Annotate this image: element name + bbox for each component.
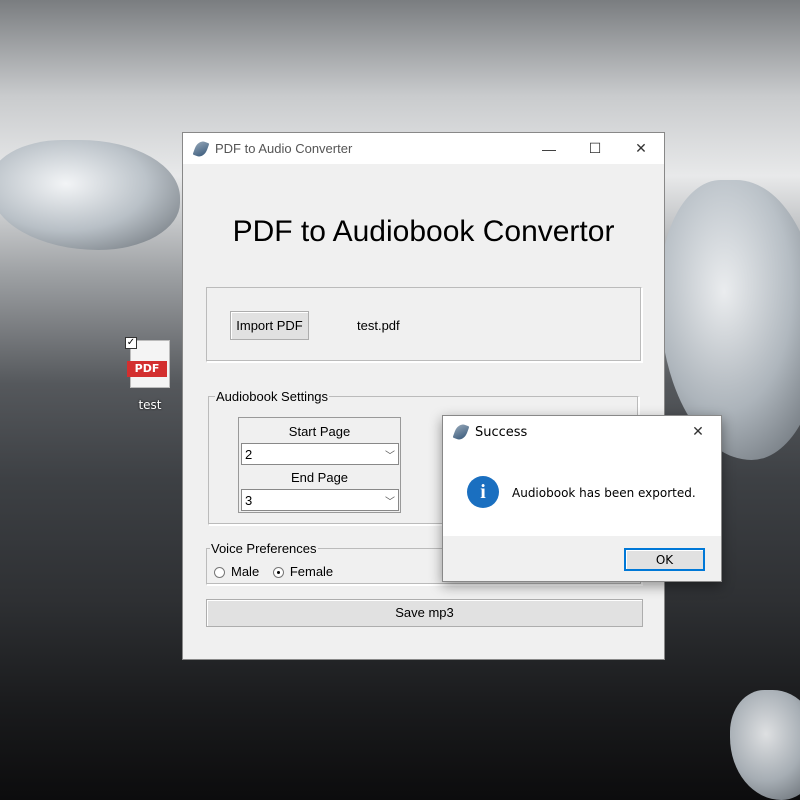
- radio-male-label: Male: [231, 564, 260, 579]
- checkbox-icon: ✓: [125, 337, 137, 349]
- start-page-value: 2: [245, 447, 253, 462]
- success-dialog: Success ✕ i Audiobook has been exported.…: [442, 415, 722, 582]
- pdf-file-icon: ✓ PDF: [125, 337, 170, 388]
- end-page-label: End Page: [290, 470, 349, 485]
- settings-legend: Audiobook Settings: [215, 389, 330, 404]
- page-title: PDF to Audiobook Convertor: [232, 215, 615, 248]
- info-icon: i: [467, 476, 499, 508]
- radio-female[interactable]: Female: [272, 564, 334, 579]
- radio-female-label: Female: [289, 564, 334, 579]
- feather-icon: [192, 138, 210, 159]
- maximize-button[interactable]: ☐: [572, 140, 618, 157]
- end-page-select[interactable]: 3 ﹀: [241, 489, 399, 511]
- page-range-box: Start Page 2 ﹀ End Page 3 ﹀: [238, 417, 401, 513]
- save-mp3-button[interactable]: Save mp3: [206, 599, 643, 627]
- import-frame: Import PDF test.pdf: [206, 287, 642, 362]
- pdf-badge: PDF: [127, 361, 167, 377]
- chevron-down-icon: ﹀: [385, 451, 395, 462]
- desktop-file-test[interactable]: ✓ PDF test: [120, 337, 180, 412]
- start-page-select[interactable]: 2 ﹀: [241, 443, 399, 465]
- dialog-close-button[interactable]: ✕: [675, 424, 721, 440]
- chevron-down-icon: ﹀: [385, 497, 395, 508]
- window-title: PDF to Audio Converter: [215, 141, 353, 156]
- voice-legend: Voice Preferences: [210, 541, 318, 556]
- close-button[interactable]: ✕: [618, 140, 664, 157]
- radio-selected-icon: [272, 567, 284, 579]
- radio-icon: [214, 567, 225, 579]
- ok-button[interactable]: OK: [624, 548, 705, 571]
- end-page-value: 3: [245, 493, 253, 508]
- dialog-message: Audiobook has been exported.: [512, 486, 696, 500]
- ice-rock: [0, 140, 180, 250]
- radio-male[interactable]: Male: [214, 564, 259, 579]
- ice-rock: [730, 690, 800, 800]
- title-bar[interactable]: PDF to Audio Converter — ☐ ✕: [183, 133, 664, 164]
- dialog-title-bar[interactable]: Success ✕: [443, 416, 721, 448]
- feather-icon: [452, 422, 470, 442]
- file-name-label: test.pdf: [357, 318, 400, 333]
- minimize-button[interactable]: —: [526, 141, 572, 157]
- import-pdf-button[interactable]: Import PDF: [230, 311, 309, 340]
- start-page-label: Start Page: [288, 424, 351, 439]
- dialog-title: Success: [475, 424, 528, 440]
- desktop-icon-label: test: [138, 398, 162, 412]
